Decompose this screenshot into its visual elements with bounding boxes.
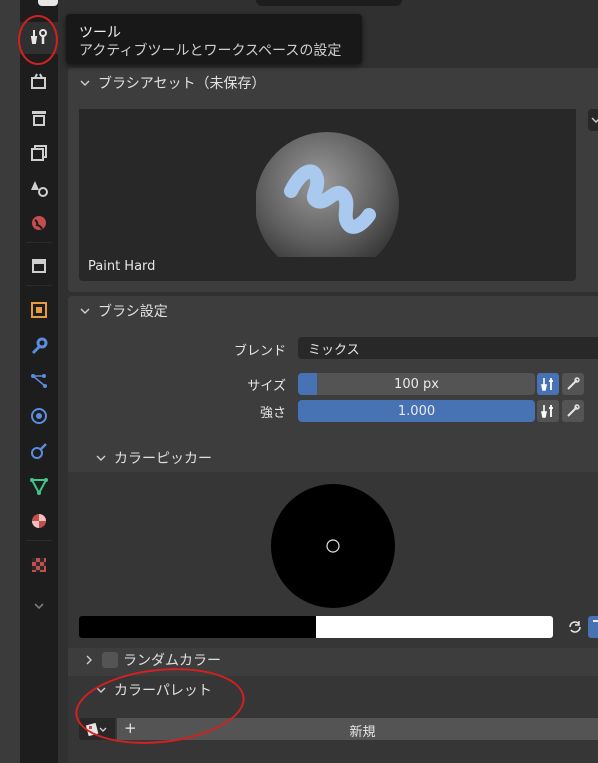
strength-label: 強さ [259, 406, 286, 421]
tab-object[interactable] [20, 294, 58, 326]
brush-sphere-icon [256, 132, 399, 257]
chevron-down-icon [80, 308, 90, 314]
view-layer-images-icon [31, 145, 47, 161]
color-wheel-disc [271, 484, 395, 608]
modifier-wrench-icon [31, 337, 48, 355]
scene-shapes-icon [31, 181, 48, 197]
chevron-down-icon [96, 455, 106, 461]
brush-preset-panel: ブラシアセット（未保存） Paint Hard [68, 68, 598, 292]
size-slider[interactable]: 100 px [298, 373, 535, 395]
brush-preset-header[interactable]: ブラシアセット（未保存） [68, 68, 598, 98]
brush-stroke-icon [567, 377, 580, 390]
tab-view-layer[interactable] [20, 137, 58, 169]
header-toggle[interactable] [38, 0, 58, 6]
random-color-row[interactable]: ランダムカラー [68, 648, 598, 672]
size-pressure-button[interactable] [537, 373, 559, 395]
tab-data[interactable] [20, 470, 58, 502]
brush-menu-button[interactable] [588, 109, 598, 131]
brush-thumbnail-frame[interactable]: Paint Hard [79, 109, 576, 281]
chevron-down-icon [80, 80, 90, 86]
pressure-pen-icon [541, 378, 553, 391]
pressure-pen-icon [593, 620, 598, 622]
texture-checker-icon [32, 558, 46, 572]
tab-texture[interactable] [20, 549, 58, 581]
render-camera-icon [31, 73, 46, 89]
chevron-right-icon [86, 655, 92, 665]
tooltip: ツール アクティブツールとワークスペースの設定 [66, 14, 362, 64]
tab-particles[interactable] [20, 365, 58, 397]
brush-settings-header[interactable]: ブラシ設定 [68, 296, 598, 326]
tab-more[interactable] [20, 590, 58, 622]
brush-stroke-icon [567, 404, 580, 417]
world-globe-icon [32, 216, 46, 230]
output-printer-icon [32, 111, 46, 126]
tooltip-description: アクティブツールとワークスペースの設定 [79, 43, 342, 59]
tab-material[interactable] [20, 505, 58, 537]
physics-orbit-icon [31, 408, 47, 424]
mesh-data-triangle-icon [30, 478, 48, 496]
constraints-link-icon [31, 443, 47, 459]
brush-preset-title: ブラシアセット（未保存） [98, 76, 266, 92]
size-value: 100 px [394, 376, 439, 392]
color-picker-body [68, 472, 598, 648]
tab-physics[interactable] [20, 400, 58, 432]
strength-value: 1.000 [397, 403, 436, 419]
swap-colors-button[interactable] [565, 617, 585, 637]
strength-pressure-button[interactable] [537, 400, 559, 422]
random-color-label: ランダムカラー [123, 653, 221, 669]
blend-label: ブレンド [233, 344, 286, 359]
collection-box-icon [32, 259, 46, 273]
search-field[interactable] [256, 0, 402, 6]
tab-separator [26, 540, 52, 541]
brush-thumbnail [79, 109, 576, 257]
tooltip-title: ツール [79, 25, 121, 41]
chevron-down-icon [34, 603, 44, 610]
properties-tab-bar [20, 0, 58, 763]
tab-modifiers[interactable] [20, 330, 58, 362]
secondary-color-swatch[interactable] [316, 616, 553, 638]
tab-separator [26, 285, 52, 286]
tab-constraints[interactable] [20, 435, 58, 467]
color-picker-header[interactable]: カラーピッカー [68, 444, 598, 472]
annotation-circle-tool-tab [18, 15, 58, 65]
tab-world[interactable] [20, 207, 58, 239]
pressure-pen-icon [541, 405, 553, 418]
chevron-down-icon [591, 117, 598, 123]
material-sphere-icon [32, 514, 46, 528]
blend-dropdown[interactable]: ミックス [298, 337, 598, 359]
brush-settings-title: ブラシ設定 [98, 304, 168, 320]
particles-icon [31, 374, 47, 388]
brush-name-label: Paint Hard [88, 259, 156, 274]
viewport-edge [0, 0, 20, 763]
swap-arrows-icon [569, 621, 581, 633]
tab-scene[interactable] [20, 172, 58, 204]
tab-render[interactable] [20, 66, 58, 98]
size-label: サイズ [247, 379, 286, 394]
tab-collection[interactable] [20, 249, 58, 281]
size-unified-button[interactable] [562, 373, 584, 395]
strength-slider[interactable]: 1.000 [298, 400, 535, 422]
strength-unified-button[interactable] [562, 400, 584, 422]
color-pressure-button[interactable] [588, 616, 598, 638]
random-color-checkbox[interactable] [102, 652, 118, 668]
color-picker-title: カラーピッカー [114, 451, 212, 467]
primary-color-swatch[interactable] [79, 616, 316, 638]
object-square-icon [31, 302, 47, 318]
tab-output[interactable] [20, 102, 58, 134]
tab-separator [26, 242, 52, 243]
